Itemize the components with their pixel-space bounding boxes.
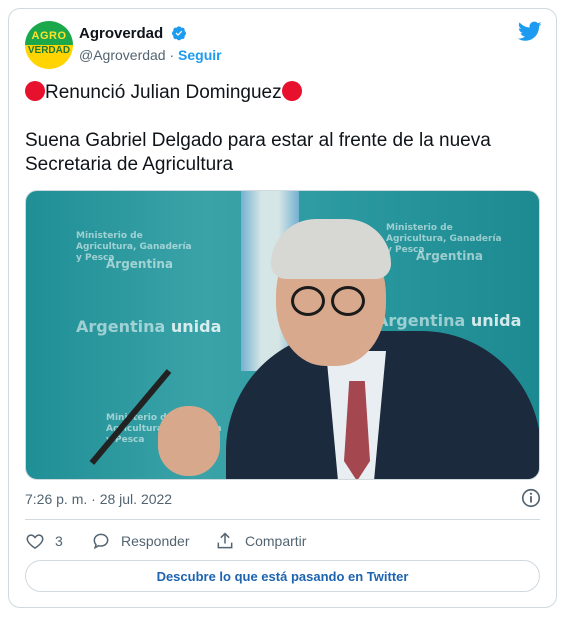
reply-bubble-icon: [93, 533, 109, 550]
tweet-line-2: Suena Gabriel Delgado para estar al fren…: [25, 130, 491, 175]
heart-icon: [26, 534, 44, 549]
tweet-card: AGRO VERDAD Agroverdad @Agroverdad · Seg…: [8, 8, 557, 608]
avatar-text-top: AGRO: [31, 30, 67, 42]
verified-badge-icon: [171, 26, 186, 41]
tweet-header: AGRO VERDAD Agroverdad @Agroverdad · Seg…: [25, 19, 542, 69]
tweet-text: Renunció Julian Dominguez Suena Gabriel …: [25, 81, 540, 201]
separator: ·: [169, 47, 175, 63]
tweet-photo[interactable]: Ministerio de Agricultura, Ganadería y P…: [25, 190, 540, 480]
actions-bar: 3 Responder Compartir: [25, 527, 540, 559]
watermark-slogan-b: unida: [170, 317, 222, 336]
timestamp[interactable]: 7:26 p. m. · 28 jul. 2022: [25, 491, 172, 507]
glasses-left: [291, 286, 325, 316]
tweet-line-1: Renunció Julian Dominguez: [45, 82, 282, 103]
glasses-right: [331, 286, 365, 316]
share-icon: [217, 532, 233, 549]
share-label: Compartir: [245, 533, 307, 549]
red-circle-emoji: [25, 81, 45, 101]
hair-shape: [271, 219, 391, 279]
hand-shape: [158, 406, 220, 476]
share-button[interactable]: Compartir: [215, 531, 306, 551]
watermark-slogan-a-2: Argentina: [376, 311, 466, 330]
display-name[interactable]: Agroverdad: [79, 25, 163, 42]
watermark-slogan-b-2: unida: [470, 311, 522, 330]
like-count: 3: [55, 533, 63, 549]
handle[interactable]: @Agroverdad: [79, 47, 166, 63]
avatar[interactable]: AGRO VERDAD: [25, 21, 73, 69]
twitter-bird-icon[interactable]: [518, 19, 542, 43]
watermark-country: Argentina: [106, 257, 173, 271]
divider: [25, 519, 540, 520]
info-icon[interactable]: [520, 487, 542, 509]
discover-twitter-button[interactable]: Descubre lo que está pasando en Twitter: [25, 560, 540, 592]
watermark-country-2: Argentina: [416, 249, 483, 263]
reply-label: Responder: [121, 533, 190, 549]
watermark-slogan-a: Argentina: [76, 317, 166, 336]
follow-link[interactable]: Seguir: [178, 47, 222, 63]
avatar-text-bottom: VERDAD: [27, 45, 71, 56]
red-circle-emoji: [281, 81, 302, 101]
reply-button[interactable]: Responder: [91, 531, 190, 551]
like-button[interactable]: 3: [25, 531, 63, 551]
